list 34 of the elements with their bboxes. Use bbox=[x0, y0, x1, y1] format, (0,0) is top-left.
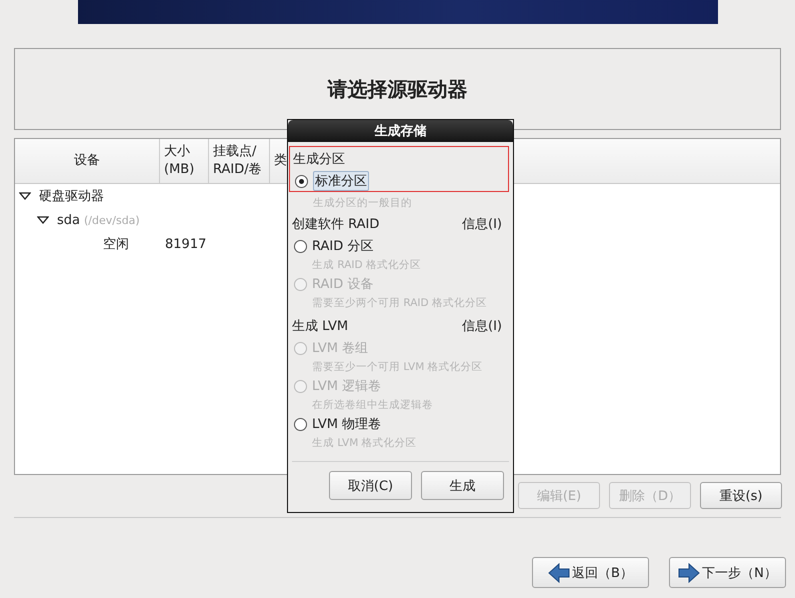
expander-icon[interactable] bbox=[19, 192, 31, 200]
option-description: 生成 RAID 格式化分区 bbox=[311, 258, 422, 273]
nav-button[interactable]: 下一步（N） bbox=[669, 557, 786, 588]
info-link[interactable]: 信息(I) bbox=[462, 215, 502, 233]
option-description: 生成 LVM 格式化分区 bbox=[311, 436, 418, 451]
device-name[interactable]: 空闲 bbox=[103, 235, 129, 253]
radio-button[interactable] bbox=[295, 174, 308, 188]
device-name[interactable]: sda bbox=[57, 212, 80, 228]
left-arrow-icon bbox=[548, 562, 570, 582]
column-header[interactable]: 设备 bbox=[15, 139, 160, 183]
dialog-title: 生成存储 bbox=[288, 120, 513, 142]
column-header[interactable]: 大小 (MB) bbox=[160, 139, 209, 183]
section-title: 生成 LVM bbox=[292, 318, 348, 335]
expander-icon[interactable] bbox=[37, 216, 49, 224]
page-title: 请选择源驱动器 bbox=[328, 76, 468, 102]
action-button[interactable]: 重设(s) bbox=[700, 482, 782, 509]
dialog-button[interactable]: 生成 bbox=[421, 471, 504, 500]
section-title: 创建软件 RAID bbox=[292, 216, 380, 233]
option-label[interactable]: 标准分区 bbox=[313, 171, 369, 191]
device-path: (/dev/sda) bbox=[84, 214, 140, 226]
column-header[interactable]: 挂载点/ RAID/卷 bbox=[209, 139, 270, 183]
nav-button[interactable]: 返回（B） bbox=[532, 557, 649, 588]
radio-button[interactable] bbox=[294, 418, 307, 430]
radio-button[interactable] bbox=[294, 240, 307, 252]
dialog-button[interactable]: 取消(C) bbox=[329, 471, 412, 500]
section-title: 生成分区 bbox=[293, 151, 345, 168]
device-name[interactable]: 硬盘驱动器 bbox=[39, 187, 104, 205]
option-description: 需要至少两个可用 RAID 格式化分区 bbox=[311, 296, 488, 311]
right-arrow-icon bbox=[678, 562, 700, 582]
option-label[interactable]: RAID 分区 bbox=[312, 237, 374, 255]
info-link[interactable]: 信息(I) bbox=[462, 317, 502, 335]
option-description: 在所选卷组中生成逻辑卷 bbox=[311, 398, 434, 413]
size-cell: 81917 bbox=[165, 236, 206, 252]
option-label[interactable]: LVM 物理卷 bbox=[312, 415, 382, 433]
